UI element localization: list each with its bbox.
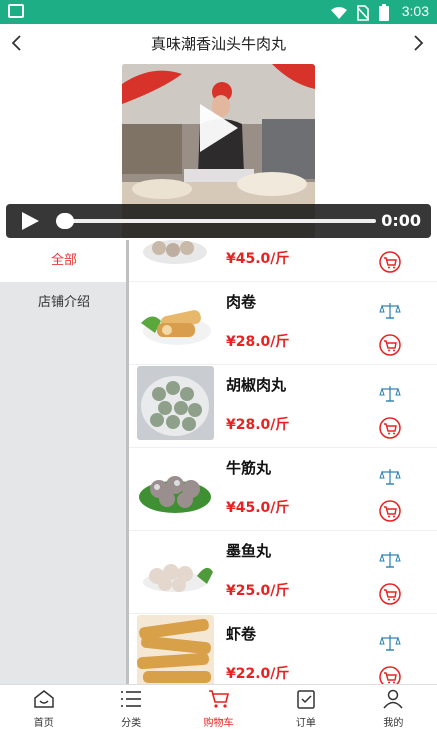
- add-to-cart-icon[interactable]: [379, 666, 401, 684]
- no-sim-icon: [357, 4, 369, 21]
- page-title: 真味潮香汕头牛肉丸: [150, 35, 286, 53]
- tab-label: 首页: [33, 718, 54, 729]
- status-time: 3:03: [401, 3, 429, 19]
- home-icon: [33, 690, 54, 708]
- scale-icon[interactable]: [379, 302, 401, 320]
- add-to-cart-icon[interactable]: [379, 334, 401, 356]
- product-price: ¥45.0/斤: [226, 251, 290, 267]
- list-icon: [121, 691, 142, 707]
- status-bar: 3:03: [0, 0, 437, 24]
- user-icon: [383, 689, 403, 709]
- video-player: 0:00: [0, 64, 437, 240]
- battery-icon: [379, 4, 389, 21]
- tab-profile[interactable]: 我的: [350, 685, 437, 729]
- product-image: [137, 615, 214, 684]
- product-image: [137, 532, 214, 606]
- wifi-icon: [331, 6, 347, 19]
- video-controls: 0:00: [6, 204, 431, 238]
- product-name: 虾卷: [226, 625, 257, 643]
- forward-chevron-icon[interactable]: [413, 34, 425, 52]
- tab-label: 订单: [295, 718, 316, 729]
- tab-orders[interactable]: 订单: [262, 685, 349, 729]
- product-price: ¥28.0/斤: [226, 334, 290, 350]
- add-to-cart-icon[interactable]: [379, 251, 401, 273]
- category-sidebar: 全部 店铺介绍: [0, 240, 128, 684]
- video-time: 0:00: [381, 211, 421, 230]
- list-item[interactable]: 肉卷 ¥28.0/斤: [129, 282, 437, 365]
- tab-label: 我的: [383, 718, 404, 729]
- add-to-cart-icon[interactable]: [379, 583, 401, 605]
- order-icon: [297, 690, 315, 709]
- sidebar-item-store-intro[interactable]: 店铺介绍: [0, 282, 128, 324]
- tab-label: 分类: [121, 718, 142, 729]
- product-image: [137, 283, 214, 357]
- product-name: 墨鱼丸: [226, 542, 272, 560]
- product-price: ¥28.0/斤: [226, 417, 290, 433]
- tab-category[interactable]: 分类: [87, 685, 174, 729]
- list-item[interactable]: 牛筋丸 ¥45.0/斤: [129, 448, 437, 531]
- bottom-tab-bar: 首页 分类 购物车 订单 我的: [0, 684, 437, 729]
- scale-icon[interactable]: [379, 385, 401, 403]
- tab-cart[interactable]: 购物车: [175, 685, 262, 729]
- add-to-cart-icon[interactable]: [379, 417, 401, 439]
- product-list: ¥45.0/斤 肉卷 ¥28.0/斤 胡椒肉丸 ¥28.0/斤 牛筋丸 ¥45.…: [129, 240, 437, 684]
- product-price: ¥25.0/斤: [226, 583, 290, 599]
- product-name: 牛筋丸: [226, 459, 272, 477]
- list-item[interactable]: 胡椒肉丸 ¥28.0/斤: [129, 365, 437, 448]
- video-progress-track[interactable]: [60, 219, 376, 223]
- list-item[interactable]: ¥45.0/斤: [129, 240, 437, 282]
- scale-icon[interactable]: [379, 551, 401, 569]
- list-item[interactable]: 虾卷 ¥22.0/斤: [129, 614, 437, 684]
- tab-label: 购物车: [203, 718, 234, 729]
- product-name: 胡椒肉丸: [226, 376, 287, 394]
- page-header: 真味潮香汕头牛肉丸: [0, 24, 437, 64]
- product-image: [137, 366, 214, 440]
- product-image: [137, 449, 214, 523]
- scale-icon[interactable]: [379, 634, 401, 652]
- product-price: ¥45.0/斤: [226, 500, 290, 516]
- list-item[interactable]: 墨鱼丸 ¥25.0/斤: [129, 531, 437, 614]
- product-name: 肉卷: [226, 293, 257, 311]
- gallery-notification-icon: [8, 4, 24, 18]
- play-icon[interactable]: [20, 211, 40, 231]
- add-to-cart-icon[interactable]: [379, 500, 401, 522]
- product-image: [137, 240, 214, 274]
- scale-icon[interactable]: [379, 468, 401, 486]
- sidebar-item-all[interactable]: 全部: [0, 240, 128, 282]
- video-progress-knob[interactable]: [56, 213, 74, 229]
- product-price: ¥22.0/斤: [226, 666, 290, 682]
- tab-home[interactable]: 首页: [0, 685, 87, 729]
- cart-icon: [208, 690, 229, 708]
